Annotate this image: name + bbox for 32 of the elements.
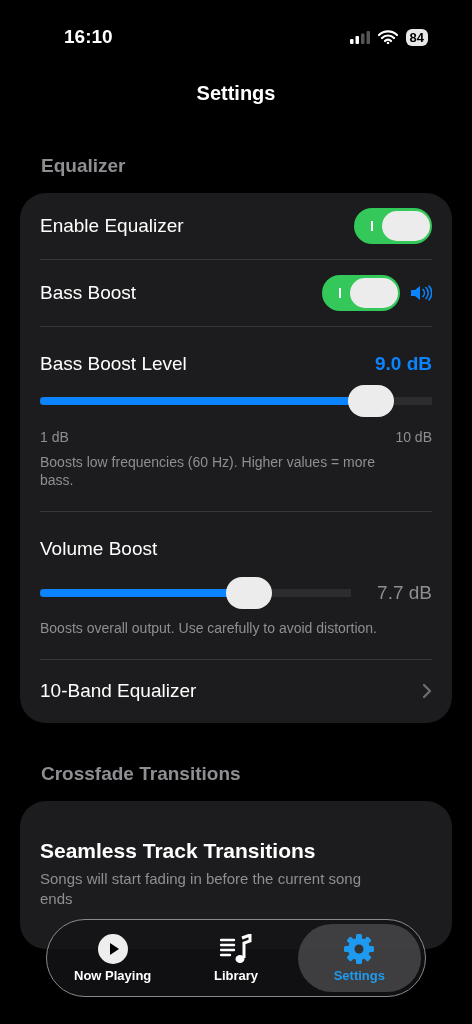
row-title: Seamless Track Transitions [40, 839, 316, 862]
row-label: Volume Boost [40, 538, 158, 559]
music-list-icon [220, 933, 252, 964]
slider-value: 7.7 dB [377, 582, 432, 604]
slider-thumb[interactable] [347, 385, 394, 417]
row-label: Bass Boost Level [40, 353, 187, 375]
row-label: Bass Boost [40, 282, 137, 304]
tab-item[interactable]: Now Playing [51, 924, 175, 992]
chevron-icon [422, 683, 432, 699]
toggle-switch[interactable] [354, 208, 432, 244]
min-label: 1 dB [40, 429, 69, 446]
section-header: Crossfade Transitions [40, 763, 242, 785]
wifi-icon [377, 30, 398, 44]
row-description: Boosts overall output. Use carefully to avoid distortion. [40, 620, 377, 636]
battery-level: 84 [405, 28, 428, 46]
row-description: Boosts low frequencies (60 Hz). Higher values = more bass. [40, 454, 375, 488]
row-description: Songs will start fading in before the current song ends [40, 870, 361, 907]
equalizer-link[interactable]: 10-Band Equalizer [40, 659, 432, 723]
tab-item[interactable]: Library [174, 924, 298, 992]
slider-thumb[interactable] [225, 577, 272, 609]
page-title: Settings [195, 82, 277, 105]
play-icon [97, 933, 128, 964]
max-label: 10 dB [395, 429, 432, 446]
section-header: Equalizer [40, 155, 127, 177]
signal-icon [349, 30, 370, 44]
tab-item[interactable]: Settings [297, 924, 421, 992]
row-label: 10-Band Equalizer [40, 680, 197, 702]
row-label: Enable Equalizer [40, 215, 184, 237]
toggle-switch[interactable] [322, 275, 400, 311]
slider-value: 9.0 dB [374, 353, 432, 375]
gear-icon [344, 933, 375, 964]
status-time: 16:10 [64, 26, 113, 48]
